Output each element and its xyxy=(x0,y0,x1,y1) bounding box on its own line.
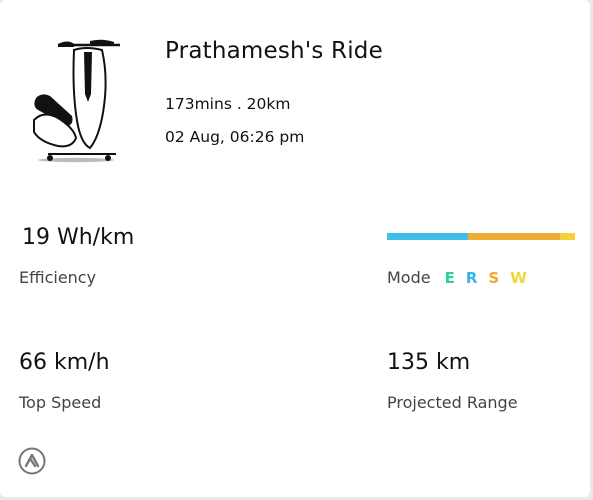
top-speed-value: 66 km/h xyxy=(19,350,110,375)
scooter-icon xyxy=(33,39,120,163)
mode-letter-r: R xyxy=(465,269,478,287)
mode-label: Mode xyxy=(387,268,431,287)
projected-range-label: Projected Range xyxy=(387,393,518,412)
ride-duration-distance: 173mins . 20km xyxy=(165,95,291,113)
mode-legend: Mode E R S W xyxy=(387,268,527,287)
mode-segment-s xyxy=(467,233,560,240)
mode-letter-e: E xyxy=(444,269,455,287)
ather-logo-icon xyxy=(18,447,46,475)
mode-letter-w: W xyxy=(510,269,527,287)
mode-segment-w xyxy=(559,233,575,240)
projected-range-value: 135 km xyxy=(387,350,471,375)
top-speed-label: Top Speed xyxy=(19,393,102,412)
efficiency-value: 19 Wh/km xyxy=(22,225,135,250)
mode-segment-r xyxy=(387,233,468,240)
ride-datetime: 02 Aug, 06:26 pm xyxy=(165,128,305,146)
mode-letter-s: S xyxy=(488,269,500,287)
efficiency-label: Efficiency xyxy=(19,268,97,287)
mode-distribution-bar xyxy=(387,233,575,240)
ride-summary-card: Prathamesh's Ride 173mins . 20km 02 Aug,… xyxy=(0,0,590,497)
ride-title: Prathamesh's Ride xyxy=(165,38,383,64)
